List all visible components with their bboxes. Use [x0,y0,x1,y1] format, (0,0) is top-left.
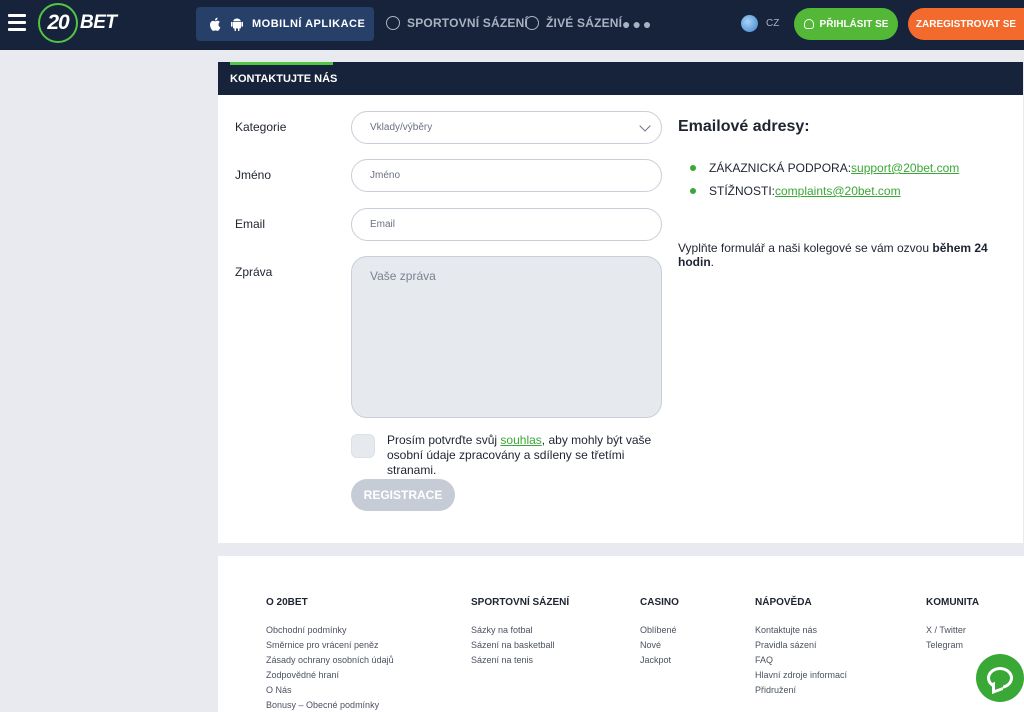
mobile-app-label: MOBILNÍ APLIKACE [252,18,366,30]
footer-link[interactable]: Bonusy – Obecné podmínky [266,700,379,710]
consent-text: Prosím potvrďte svůj souhlas, aby mohly … [387,433,672,478]
chat-icon [987,667,1013,689]
nav-sports-betting[interactable]: SPORTOVNÍ SÁZENÍ [386,16,528,30]
message-label: Zpráva [235,265,273,279]
footer-link[interactable]: Telegram [926,640,963,650]
support-email-label: ZÁKAZNICKÁ PODPORA: [709,161,852,175]
footer-link[interactable]: FAQ [755,655,773,665]
user-icon [803,19,814,29]
footer-link[interactable]: X / Twitter [926,625,966,635]
register-button[interactable]: ZAREGISTROVAT SE [908,8,1024,40]
bullet-icon [690,188,696,194]
email-input[interactable]: Email [351,208,662,241]
language-selector[interactable]: CZ [741,15,779,32]
more-menu-icon[interactable]: ●●● [622,16,653,32]
nav-sports-betting-label: SPORTOVNÍ SÁZENÍ [407,16,528,30]
footer-col-community-title: KOMUNITA [926,597,980,608]
name-input[interactable]: Jméno [351,159,662,192]
top-navigation-bar: 20 BET MOBILNÍ APLIKACE SPORTOVNÍ SÁZENÍ… [0,0,1024,50]
footer-link[interactable]: O Nás [266,685,292,695]
contact-card-header: KONTAKTUJTE NÁS [218,62,1023,95]
footer-link[interactable]: Zásady ochrany osobních údajů [266,655,394,665]
nav-live-betting-label: ŽIVÉ SÁZENÍ [546,16,623,30]
email-label: Email [235,217,266,231]
live-icon [525,16,539,30]
logo-number: 20 [38,3,78,43]
footer-col-sports-title: SPORTOVNÍ SÁZENÍ [471,597,570,608]
submit-button[interactable]: REGISTRACE [351,479,455,511]
emails-title: Emailové adresy: [678,118,810,135]
hamburger-menu-icon[interactable] [8,14,26,31]
message-textarea[interactable]: Vaše zpráva [351,256,662,418]
login-label: PŘIHLÁSIT SE [819,18,889,30]
logo-text: BET [80,12,117,33]
footer-link[interactable]: Pravidla sázení [755,640,817,650]
footer-col-help-title: NÁPOVĚDA [755,597,812,608]
footer-link[interactable]: Kontaktujte nás [755,625,817,635]
language-label: CZ [766,18,780,29]
logo[interactable]: 20 BET [38,3,117,43]
consent-checkbox[interactable] [351,434,375,458]
globe-icon [741,15,758,32]
footer-col-about-title: O 20BET [266,597,308,608]
footer-link[interactable]: Nové [640,640,661,650]
complaints-email-link[interactable]: complaints@20bet.com [775,184,901,198]
consent-text-start: Prosím potvrďte svůj [387,433,501,447]
nav-live-betting[interactable]: ŽIVÉ SÁZENÍ [525,16,622,30]
complaints-email-label: STÍŽNOSTI: [709,184,775,198]
footer-link[interactable]: Jackpot [640,655,671,665]
soccer-ball-icon [386,16,400,30]
footer-link[interactable]: Obchodní podmínky [266,625,347,635]
footer-col-casino-title: CASINO [640,597,679,608]
bullet-icon [690,165,696,171]
footer-link[interactable]: Sázení na tenis [471,655,533,665]
note-prefix: Vyplňte formulář a naši kolegové se vám … [678,241,933,255]
response-note: Vyplňte formulář a naši kolegové se vám … [678,241,1024,269]
android-icon [230,17,244,31]
footer-link[interactable]: Sázení na basketball [471,640,555,650]
footer-link[interactable]: Oblíbené [640,625,677,635]
note-suffix: . [710,255,714,269]
category-value: Vklady/výběry [370,122,433,133]
footer-link[interactable]: Směrnice pro vrácení peněz [266,640,379,650]
contact-title: KONTAKTUJTE NÁS [230,73,338,85]
login-button[interactable]: PŘIHLÁSIT SE [794,8,898,40]
footer-link[interactable]: Zodpovědné hraní [266,670,339,680]
category-select[interactable]: Vklady/výběry [351,111,662,144]
chevron-down-icon [639,120,651,132]
support-email-link[interactable]: support@20bet.com [851,161,959,175]
mobile-app-button[interactable]: MOBILNÍ APLIKACE [196,7,374,41]
email-item-support: ZÁKAZNICKÁ PODPORA: support@20bet.com [690,161,959,175]
footer-link[interactable]: Sázky na fotbal [471,625,533,635]
apple-icon [208,17,222,31]
live-chat-button[interactable] [976,654,1024,702]
name-label: Jméno [235,168,272,182]
footer-link[interactable]: Přidružení [755,685,796,695]
header-accent-bar [230,62,333,65]
consent-link[interactable]: souhlas [500,433,541,447]
category-label: Kategorie [235,120,287,134]
footer-link[interactable]: Hlavní zdroje informací [755,670,847,680]
email-item-complaints: STÍŽNOSTI: complaints@20bet.com [690,184,901,198]
